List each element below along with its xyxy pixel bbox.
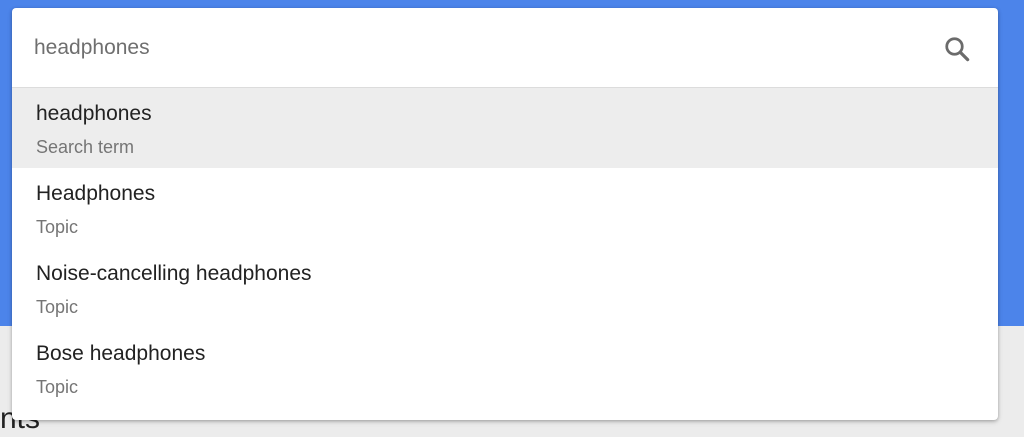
suggestion-list: headphones Search term Headphones Topic … (12, 88, 998, 408)
suggestion-title: Noise-cancelling headphones (36, 262, 312, 285)
suggestion-type: Search term (36, 137, 135, 157)
suggestion-type: Topic (36, 217, 79, 237)
search-icon[interactable] (942, 34, 972, 64)
search-input[interactable] (34, 30, 914, 66)
suggestion-title: Bose headphones (36, 342, 206, 365)
suggestion-title: Headphones (36, 182, 156, 205)
suggestion-title: headphones (36, 102, 152, 125)
search-autocomplete-card: headphones Search term Headphones Topic … (12, 8, 998, 420)
search-bar (12, 8, 998, 88)
suggestion-type: Topic (36, 297, 79, 317)
suggestion-type: Topic (36, 377, 79, 397)
page: nts headphones Search term Headphones To… (0, 0, 1024, 437)
suggestion-item[interactable]: Bose headphones Topic (12, 328, 998, 408)
suggestion-item[interactable]: Headphones Topic (12, 168, 998, 248)
suggestion-item[interactable]: Noise-cancelling headphones Topic (12, 248, 998, 328)
suggestion-item[interactable]: headphones Search term (12, 88, 998, 168)
